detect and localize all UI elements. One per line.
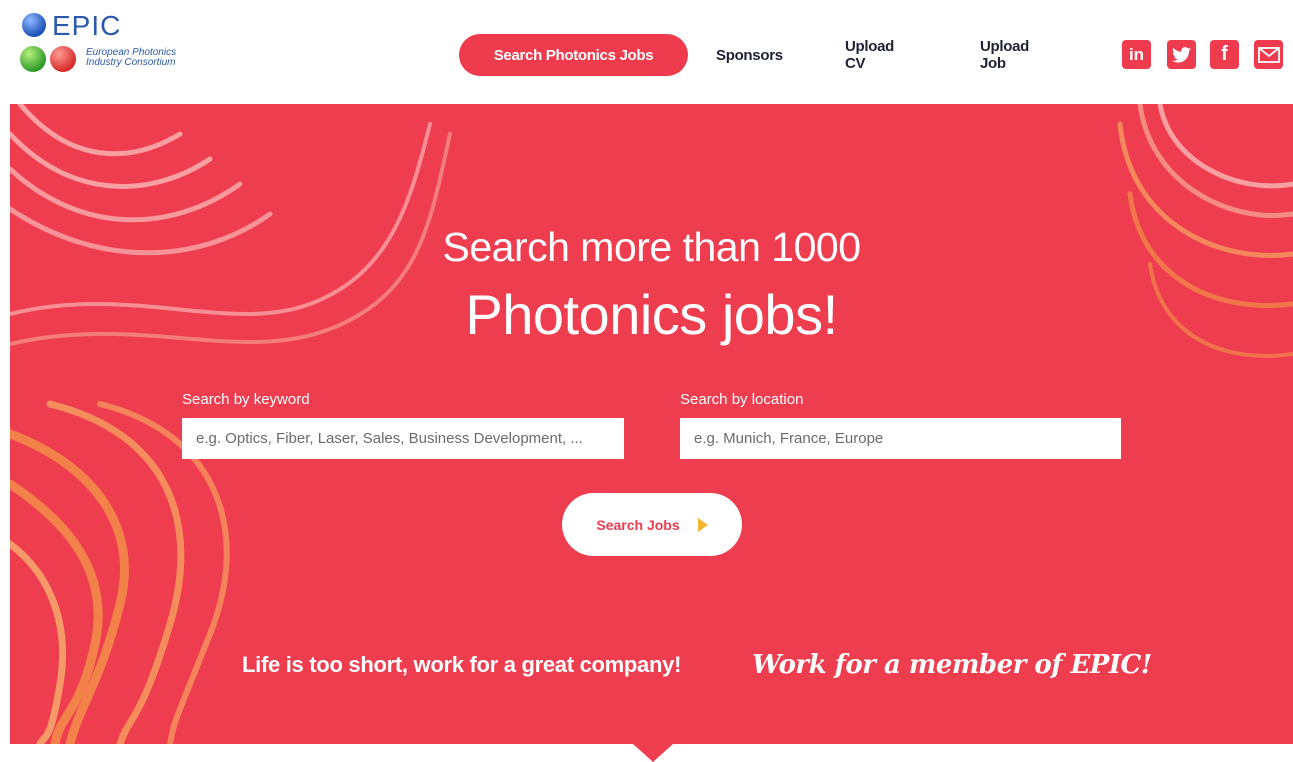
keyword-input[interactable] [182, 418, 624, 459]
facebook-icon[interactable]: f [1210, 40, 1239, 69]
logo-green-sphere [20, 46, 46, 72]
nav-upload-job[interactable]: Upload Job [980, 34, 1029, 76]
facebook-glyph: f [1221, 43, 1228, 65]
epic-logo[interactable]: EPIC European Photonics Industry Consort… [20, 10, 220, 80]
search-jobs-button[interactable]: Search Jobs [562, 493, 742, 556]
hero-headline-line1: Search more than 1000 [442, 224, 862, 270]
location-label: Search by location [680, 391, 804, 408]
play-arrow-icon [697, 517, 708, 532]
logo-brand-text: EPIC [52, 10, 122, 41]
nav-search-photonics-jobs[interactable]: Search Photonics Jobs [459, 34, 688, 76]
tagline-script: Work for a member of EPIC! [752, 650, 1152, 680]
nav-sponsors[interactable]: Sponsors [716, 34, 783, 76]
hero-headline-line2: Photonics jobs! [465, 283, 838, 346]
logo-blue-sphere [22, 13, 46, 37]
nav-upload-cv[interactable]: Upload CV [845, 34, 894, 76]
logo-red-sphere [50, 46, 76, 72]
location-input[interactable] [680, 418, 1121, 459]
hero-pointer-arrow [633, 744, 673, 762]
tagline: Life is too short, work for a great comp… [242, 652, 682, 677]
search-jobs-label: Search Jobs [596, 516, 680, 533]
keyword-label: Search by keyword [182, 391, 310, 408]
site-header: EPIC European Photonics Industry Consort… [0, 0, 1293, 104]
envelope-glyph [1257, 46, 1280, 63]
linkedin-icon[interactable]: in [1122, 40, 1151, 69]
mail-icon[interactable] [1254, 40, 1283, 69]
twitter-icon[interactable] [1167, 40, 1196, 69]
twitter-bird-glyph [1172, 46, 1191, 63]
linkedin-glyph: in [1128, 44, 1145, 64]
logo-subtitle-line2: Industry Consortium [86, 57, 176, 68]
logo-subtitle: European Photonics Industry Consortium [86, 48, 226, 68]
hero-banner: Search more than 1000 Photonics jobs! Se… [10, 104, 1293, 744]
